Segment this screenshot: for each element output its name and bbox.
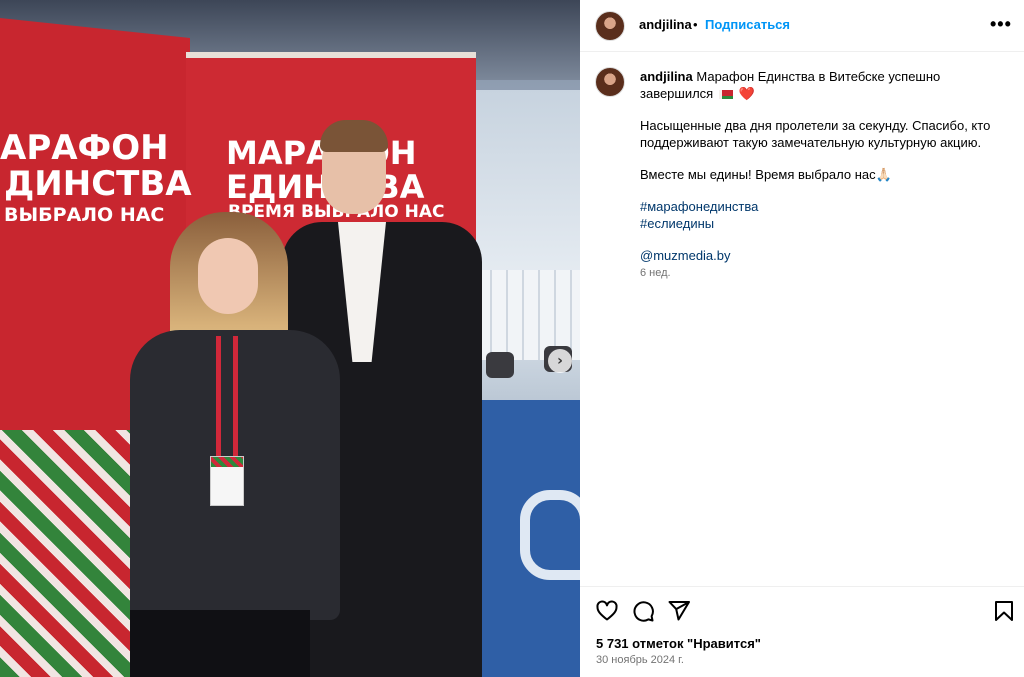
likes-count[interactable]: 5 731 отметок "Нравится" [596,636,761,651]
hashtag-link[interactable]: #еслиедины [640,215,1010,232]
bookmark-icon[interactable] [992,599,1016,623]
hashtag-link[interactable]: #марафонединства [640,198,1010,215]
caption-paragraph-3: Вместе мы едины! Время выбрало нас [640,167,876,182]
mention-link[interactable]: @muzmedia.by [640,247,1010,264]
follow-button[interactable]: Подписаться [705,17,790,32]
lanyard [216,336,238,456]
comment-icon[interactable] [631,599,655,623]
banner-left-line3: ВЫБРАЛО НАС [4,204,165,226]
girl-face [198,238,258,314]
post-actions: 5 731 отметок "Нравится" 30 ноябрь 2024 … [580,586,1024,677]
caption-paragraph-2: Насыщенные два дня пролетели за секунду.… [640,118,991,150]
event-badge [210,456,244,506]
avatar[interactable] [595,11,625,41]
banner-left-line2: ДИНСТВА [4,164,192,204]
heart-emoji: ❤️ [738,86,755,101]
like-heart-icon[interactable] [595,599,619,623]
post-caption: andjilina Марафон Единства в Витебске ус… [640,68,1010,279]
post-header: andjilina • Подписаться ••• [580,0,1024,52]
post-photo[interactable]: АРАФОН ДИНСТВА ВЫБРАЛО НАС МАРАФОН ЕДИНС… [0,0,580,677]
caption-username[interactable]: andjilina [640,69,693,84]
pray-emoji: 🙏🏻 [875,167,892,182]
post-date: 30 ноябрь 2024 г. [596,654,684,666]
floor-logo [520,490,580,580]
header-username[interactable]: andjilina [639,17,692,32]
banner-edge [186,52,476,58]
arena-floor [470,400,580,677]
separator-dot: • [693,17,698,32]
chair [486,352,514,378]
banner-left-line1: АРАФОН [0,128,169,168]
more-options-icon[interactable]: ••• [990,14,1012,35]
belarus-flag-icon [718,90,733,99]
post-side-panel: andjilina • Подписаться ••• andjilina Ма… [580,0,1024,677]
man-hair [320,120,388,152]
chevron-right-icon[interactable]: › [548,349,572,373]
caption-time-ago[interactable]: 6 нед. [640,267,671,279]
caption-avatar[interactable] [595,67,625,97]
girl-trousers [130,610,310,677]
share-send-icon[interactable] [667,599,691,623]
